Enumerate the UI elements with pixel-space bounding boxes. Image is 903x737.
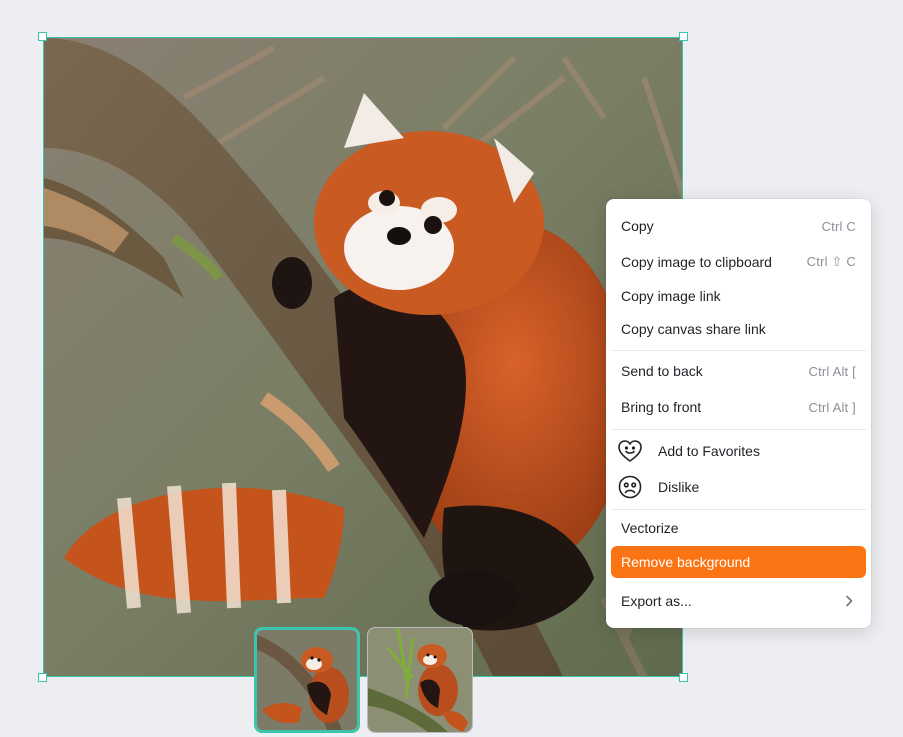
canvas-image[interactable] — [43, 37, 683, 677]
menu-item-bring-to-front[interactable]: Bring to front Ctrl Alt ] — [611, 391, 866, 423]
menu-item-label: Add to Favorites — [658, 443, 760, 459]
menu-divider — [611, 509, 866, 510]
menu-item-copy-image-to-clipboard[interactable]: Copy image to clipboard Ctrl ⇧ C — [611, 246, 866, 278]
menu-item-label: Vectorize — [621, 520, 679, 536]
menu-item-export-as[interactable]: Export as... — [611, 585, 866, 617]
heart-smile-icon — [616, 437, 644, 465]
menu-item-dislike[interactable]: Dislike — [611, 471, 866, 503]
menu-divider — [611, 350, 866, 351]
menu-item-label: Dislike — [658, 479, 700, 495]
menu-item-copy-canvas-share-link[interactable]: Copy canvas share link — [611, 313, 866, 345]
menu-item-label: Copy canvas share link — [621, 321, 766, 337]
menu-item-label: Send to back — [621, 363, 703, 379]
menu-item-send-to-back[interactable]: Send to back Ctrl Alt [ — [611, 355, 866, 387]
shortcut-label: Ctrl Alt [ — [808, 363, 856, 379]
variant-thumbnail-2[interactable] — [367, 627, 473, 733]
menu-item-remove-background[interactable]: Remove background — [611, 546, 866, 578]
menu-item-copy[interactable]: Copy Ctrl C — [611, 210, 866, 242]
thumbnail-image-2 — [368, 628, 472, 732]
menu-item-label: Bring to front — [621, 399, 702, 415]
resize-handle-top-right[interactable] — [679, 32, 688, 41]
chevron-right-icon — [842, 594, 856, 608]
resize-handle-bottom-left[interactable] — [38, 673, 47, 682]
shortcut-label: Ctrl Alt ] — [808, 399, 856, 415]
shortcut-label: Ctrl C — [821, 218, 856, 234]
menu-item-label: Copy — [621, 218, 654, 234]
menu-item-label: Export as... — [621, 593, 692, 609]
frown-face-icon — [616, 473, 644, 501]
thumbnail-image-1 — [257, 630, 357, 730]
variant-thumbnail-1[interactable] — [254, 627, 360, 733]
menu-item-label: Remove background — [621, 554, 751, 570]
context-menu: Copy Ctrl C Copy image to clipboard Ctrl… — [606, 199, 871, 628]
menu-item-add-to-favorites[interactable]: Add to Favorites — [611, 435, 866, 467]
menu-item-label: Copy image link — [621, 288, 721, 304]
shortcut-label: Ctrl ⇧ C — [806, 254, 856, 269]
red-panda-image — [44, 38, 682, 676]
menu-item-copy-image-link[interactable]: Copy image link — [611, 280, 866, 312]
menu-item-vectorize[interactable]: Vectorize — [611, 512, 866, 544]
resize-handle-top-left[interactable] — [38, 32, 47, 41]
menu-item-label: Copy image to clipboard — [621, 254, 772, 270]
menu-divider — [611, 429, 866, 430]
resize-handle-bottom-right[interactable] — [679, 673, 688, 682]
